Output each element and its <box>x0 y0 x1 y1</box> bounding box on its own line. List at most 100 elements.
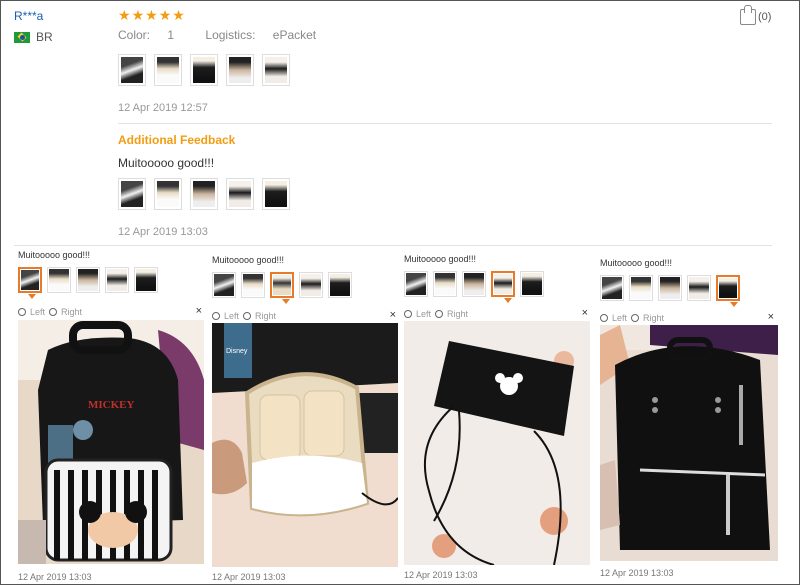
brand-tag-text: Disney <box>226 348 248 355</box>
mickey-print-text: MICKEY <box>88 399 135 411</box>
selected-caret <box>28 294 36 299</box>
photo-thumbnail[interactable] <box>226 178 254 210</box>
photo-thumbnail[interactable] <box>190 54 218 86</box>
selected-caret <box>730 302 738 307</box>
photo-controls: Left Right × <box>404 307 590 320</box>
photo-thumbnail[interactable] <box>299 272 323 298</box>
review-photo-thumbnails <box>118 54 290 86</box>
helpful-button[interactable]: (0) <box>740 5 771 25</box>
panel-thumbnails <box>404 271 544 297</box>
photo-thumbnail[interactable] <box>262 178 290 210</box>
photo-thumbnail[interactable] <box>118 54 146 86</box>
photo-thumbnail[interactable] <box>404 271 428 297</box>
rotate-left-icon[interactable] <box>600 314 608 322</box>
photo-thumbnail[interactable] <box>76 267 100 293</box>
photo-thumbnail[interactable] <box>629 275 653 301</box>
star-icon: ★ <box>145 7 158 23</box>
photo-thumbnail[interactable] <box>658 275 682 301</box>
photo-thumbnail[interactable] <box>241 272 265 298</box>
selected-caret <box>282 299 290 304</box>
close-icon[interactable]: × <box>390 309 396 321</box>
rotate-right-icon[interactable] <box>631 314 640 322</box>
rotate-right-icon[interactable] <box>243 312 252 320</box>
photo-thumbnail[interactable] <box>134 267 158 293</box>
rating-stars: ★ ★ ★ ★ ★ <box>118 8 185 22</box>
close-icon[interactable]: × <box>768 311 774 323</box>
panel-date: 12 Apr 2019 13:03 <box>18 572 92 582</box>
star-icon: ★ <box>131 7 145 23</box>
review-timestamp: 12 Apr 2019 12:57 <box>118 102 208 114</box>
photo-thumbnail[interactable] <box>687 275 711 301</box>
open-bag-photo: Disney <box>212 323 398 567</box>
photo-panel-1: Muitooooo good!!! Left Right × MICKEY 12… <box>18 250 208 582</box>
review-photo <box>600 325 778 561</box>
photo-thumbnail-selected[interactable] <box>491 271 515 297</box>
rotate-right-icon[interactable] <box>435 310 444 318</box>
rotate-left-icon[interactable] <box>18 308 26 316</box>
photo-thumbnail[interactable] <box>47 267 71 293</box>
photo-thumbnail-selected[interactable] <box>18 267 42 293</box>
rotate-left-button[interactable]: Left <box>612 313 627 323</box>
review-photo: Disney <box>212 323 398 567</box>
rotate-left-button[interactable]: Left <box>30 307 45 317</box>
photo-thumbnail[interactable] <box>212 272 236 298</box>
color-info: Color: 1 <box>118 28 175 42</box>
photo-thumbnail[interactable] <box>118 178 146 210</box>
photo-thumbnail[interactable] <box>226 54 254 86</box>
photo-thumbnail-selected[interactable] <box>270 272 294 298</box>
photo-thumbnail[interactable] <box>190 178 218 210</box>
photo-thumbnail[interactable] <box>600 275 624 301</box>
rotate-left-icon[interactable] <box>212 312 220 320</box>
close-icon[interactable]: × <box>196 305 202 317</box>
rotate-right-button[interactable]: Right <box>447 309 468 319</box>
usb-cable-photo <box>404 321 590 565</box>
rotate-left-button[interactable]: Left <box>416 309 431 319</box>
thumbs-up-icon[interactable] <box>740 5 756 25</box>
rotate-right-button[interactable]: Right <box>61 307 82 317</box>
star-icon: ★ <box>118 7 131 23</box>
order-meta: Color: 1 Logistics: ePacket <box>118 28 344 42</box>
star-icon: ★ <box>172 7 185 23</box>
panel-thumbnails <box>600 275 740 301</box>
reviewer-name[interactable]: R***a <box>14 9 43 23</box>
photo-controls: Left Right × <box>18 305 204 318</box>
rotate-right-button[interactable]: Right <box>255 311 276 321</box>
additional-photo-thumbnails <box>118 178 290 210</box>
rotate-left-button[interactable]: Left <box>224 311 239 321</box>
panel-date: 12 Apr 2019 13:03 <box>600 568 674 578</box>
country-code: BR <box>36 30 53 44</box>
photo-thumbnail[interactable] <box>462 271 486 297</box>
photo-thumbnail[interactable] <box>105 267 129 293</box>
panel-thumbnails <box>18 267 158 293</box>
mickey-backpack-photo: MICKEY <box>18 320 204 564</box>
photo-thumbnail[interactable] <box>154 54 182 86</box>
rotate-left-icon[interactable] <box>404 310 412 318</box>
photo-thumbnail[interactable] <box>262 54 290 86</box>
photo-controls: Left Right × <box>600 311 776 324</box>
additional-feedback-text: Muitooooo good!!! <box>118 156 215 170</box>
brazil-flag-icon <box>14 31 30 43</box>
panel-text: Muitooooo good!!! <box>404 254 477 264</box>
logistics-info: Logistics: ePacket <box>205 28 317 42</box>
close-icon[interactable]: × <box>582 307 588 319</box>
photo-thumbnail[interactable] <box>433 271 457 297</box>
panel-date: 12 Apr 2019 13:03 <box>212 572 286 582</box>
additional-feedback-heading: Additional Feedback <box>118 133 236 147</box>
rotate-right-button[interactable]: Right <box>643 313 664 323</box>
photo-panel-3: Muitooooo good!!! Left Right × 12 Apr 20… <box>404 250 594 580</box>
rotate-right-icon[interactable] <box>49 308 58 316</box>
photo-thumbnail-selected[interactable] <box>716 275 740 301</box>
review-photo: MICKEY <box>18 320 204 564</box>
photo-controls: Left Right × <box>212 309 398 322</box>
photo-thumbnail[interactable] <box>328 272 352 298</box>
additional-timestamp: 12 Apr 2019 13:03 <box>118 226 208 238</box>
panel-text: Muitooooo good!!! <box>212 255 285 265</box>
photo-thumbnail[interactable] <box>154 178 182 210</box>
panel-thumbnails <box>212 272 352 298</box>
selected-caret <box>504 298 512 303</box>
star-icon: ★ <box>158 7 172 23</box>
divider <box>14 245 772 246</box>
panel-date: 12 Apr 2019 13:03 <box>404 570 478 580</box>
striped-pocket <box>44 458 173 562</box>
photo-thumbnail[interactable] <box>520 271 544 297</box>
